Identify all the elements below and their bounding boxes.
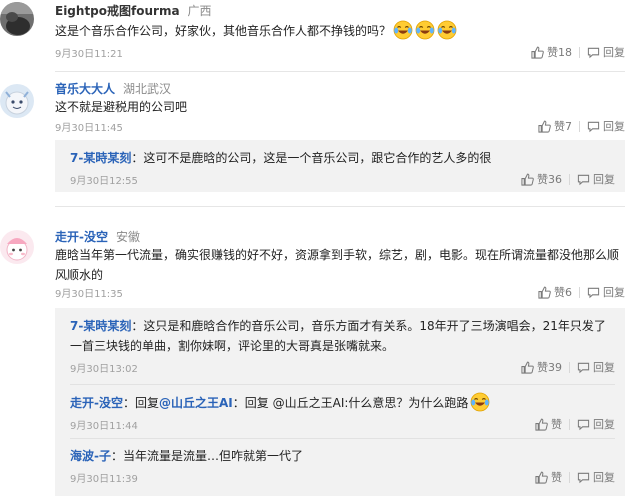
like-count: 18 xyxy=(558,45,572,59)
reply-thread: 7-某時某刻：这只是和鹿晗合作的音乐公司，音乐方面才有关系。18年开了三场演唱会… xyxy=(55,308,625,496)
mention-link[interactable]: @山丘之王AI xyxy=(159,396,233,410)
like-button[interactable]: 赞6 xyxy=(538,284,572,300)
timestamp: 9月30日12:55 xyxy=(70,176,138,187)
reply-text: 这只是和鹿晗合作的音乐公司，音乐方面才有关系。18年开了三场演唱会，21年只发了… xyxy=(70,319,606,353)
reply-button[interactable]: 回复 xyxy=(577,171,615,187)
timestamp: 9月30日11:35 xyxy=(55,289,123,300)
reply-item: 7-某時某刻：这只是和鹿晗合作的音乐公司，音乐方面才有关系。18年开了三场演唱会… xyxy=(70,319,615,375)
reply-button[interactable]: 回复 xyxy=(587,44,625,60)
reply-divider xyxy=(70,384,615,385)
avatar[interactable] xyxy=(0,230,34,264)
username[interactable]: 走开-没空 xyxy=(55,230,108,244)
like-button[interactable]: 赞 39 xyxy=(521,359,562,375)
laugh-cry-emoji-icon xyxy=(437,20,457,40)
like-count: 6 xyxy=(565,285,572,299)
reply-item: 7-某時某刻：这可不是鹿晗的公司，这是一个音乐公司，跟它合作的艺人多的很 9月3… xyxy=(70,151,615,187)
thumbs-up-icon xyxy=(531,46,544,59)
reply-divider xyxy=(70,438,615,439)
reply-button[interactable]: 回复 xyxy=(577,416,615,432)
reply-text: 当年流量是流量…但咋就第一代了 xyxy=(123,449,304,463)
divider xyxy=(579,286,580,298)
reply-icon xyxy=(587,120,600,133)
laugh-cry-emoji-icon xyxy=(415,20,435,40)
username[interactable]: Eightpo戒图fourma xyxy=(55,4,180,18)
reply-item: 走开-没空：回复@山丘之王AI：回复 @山丘之王AI:什么意思？为什么跑路 9月… xyxy=(70,392,615,432)
like-count: 7 xyxy=(565,119,572,133)
location: 湖北武汉 xyxy=(123,82,172,96)
thumbs-up-icon xyxy=(535,471,548,484)
divider xyxy=(569,361,570,373)
timestamp: 9月30日13:02 xyxy=(70,364,138,375)
location: 安徽 xyxy=(115,230,140,244)
thumbs-up-icon xyxy=(521,173,534,186)
thumbs-up-icon xyxy=(521,361,534,374)
timestamp: 9月30日11:44 xyxy=(70,421,138,432)
reply-icon xyxy=(577,418,590,431)
like-button[interactable]: 赞7 xyxy=(538,118,572,134)
reply-icon xyxy=(577,471,590,484)
reply-icon xyxy=(587,46,600,59)
reply-icon xyxy=(577,361,590,374)
reply-text: 回复 @山丘之王AI:什么意思？为什么跑路 xyxy=(244,396,469,410)
comment-text: 这不就是避税用的公司吧 xyxy=(55,100,188,114)
reply-thread: 7-某時某刻：这可不是鹿晗的公司，这是一个音乐公司，跟它合作的艺人多的很 9月3… xyxy=(55,140,625,192)
comment-item: 音乐大大人 湖北武汉 这不就是避税用的公司吧 9月30日11:45 赞7 回复 7… xyxy=(0,76,640,206)
comment-text: 鹿晗当年第一代流量，确实很赚钱的好不好，资源拿到手软，综艺，剧，电影。现在所谓流… xyxy=(55,248,620,282)
like-button[interactable]: 赞 xyxy=(535,416,562,432)
divider xyxy=(579,120,580,132)
thumbs-up-icon xyxy=(538,120,551,133)
like-count: 39 xyxy=(548,360,562,374)
reply-username[interactable]: 海波-子 xyxy=(70,449,111,463)
timestamp: 9月30日11:39 xyxy=(70,474,138,485)
laugh-cry-emoji-icon xyxy=(393,20,413,40)
avatar[interactable] xyxy=(0,84,34,118)
divider xyxy=(579,46,580,58)
comment-item: Eightpo戒图fourma 广西 这是个音乐合作公司，好家伙，其他音乐合作人都… xyxy=(0,0,640,70)
reply-button[interactable]: 回复 xyxy=(577,359,615,375)
like-button[interactable]: 赞 xyxy=(535,469,562,485)
like-button[interactable]: 赞 18 xyxy=(531,44,572,60)
reply-icon xyxy=(587,286,600,299)
thumbs-up-icon xyxy=(535,418,548,431)
timestamp: 9月30日11:45 xyxy=(55,123,123,134)
comment-divider xyxy=(55,206,625,207)
reply-item: 海波-子：当年流量是流量…但咋就第一代了 9月30日11:39 赞 回复 xyxy=(70,449,615,485)
like-button[interactable]: 赞 36 xyxy=(521,171,562,187)
timestamp: 9月30日11:21 xyxy=(55,49,123,60)
laugh-cry-emoji-icon xyxy=(470,392,490,412)
reply-username[interactable]: 7-某時某刻 xyxy=(70,151,131,165)
avatar[interactable] xyxy=(0,2,34,36)
reply-button[interactable]: 回复 xyxy=(587,118,625,134)
username[interactable]: 音乐大大人 xyxy=(55,82,115,96)
reply-button[interactable]: 回复 xyxy=(587,284,625,300)
thumbs-up-icon xyxy=(538,286,551,299)
reply-button[interactable]: 回复 xyxy=(577,469,615,485)
reply-username[interactable]: 7-某時某刻 xyxy=(70,319,131,333)
divider xyxy=(569,471,570,483)
reply-text: 这可不是鹿晗的公司，这是一个音乐公司，跟它合作的艺人多的很 xyxy=(143,151,492,165)
like-count: 36 xyxy=(548,172,562,186)
divider xyxy=(569,418,570,430)
reply-username[interactable]: 走开-没空 xyxy=(70,396,123,410)
comment-item: 走开-没空 安徽 鹿晗当年第一代流量，确实很赚钱的好不好，资源拿到手软，综艺，剧，… xyxy=(0,226,640,501)
reply-icon xyxy=(577,173,590,186)
comment-divider xyxy=(55,71,625,72)
comment-text: 这是个音乐合作公司，好家伙，其他音乐合作人都不挣钱的吗？ xyxy=(55,24,392,38)
divider xyxy=(569,173,570,185)
location: 广西 xyxy=(187,4,212,18)
